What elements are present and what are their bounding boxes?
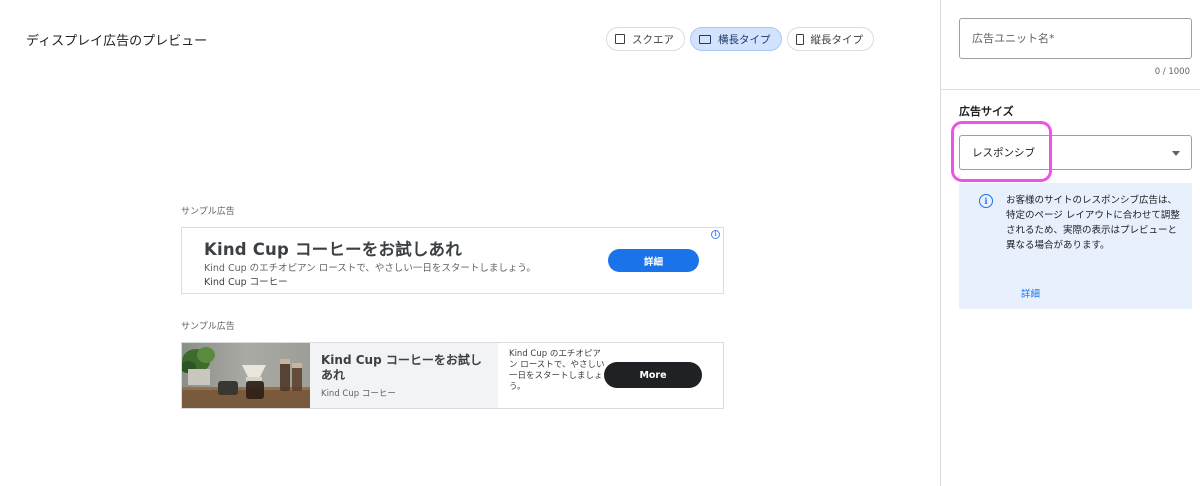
format-toggle-group: スクエア 横長タイプ 縦長タイプ xyxy=(606,27,874,51)
ad-headline: Kind Cup コーヒーをお試しあれ xyxy=(204,240,462,259)
ad-headline-panel: Kind Cup コーヒーをお試しあれ Kind Cup コーヒー xyxy=(310,343,498,408)
ad-cta-button[interactable]: 詳細 xyxy=(608,249,699,272)
sample-ad-label-2: サンプル広告 xyxy=(181,322,235,332)
ad-unit-name-field[interactable] xyxy=(959,18,1192,59)
preview-title: ディスプレイ広告のプレビュー xyxy=(26,34,208,49)
ad-product-image xyxy=(182,343,310,408)
ad-brand: Kind Cup コーヒー xyxy=(204,277,288,288)
sample-ad-label-1: サンプル広告 xyxy=(181,207,235,217)
toggle-landscape-label: 横長タイプ xyxy=(718,33,771,46)
preview-area: ディスプレイ広告のプレビュー スクエア 横長タイプ 縦長タイプ サンプル広告 K… xyxy=(0,0,940,486)
ad-headline: Kind Cup コーヒーをお試しあれ xyxy=(321,353,482,382)
learn-more-link[interactable]: 詳細 xyxy=(1021,286,1040,300)
ad-size-label: 広告サイズ xyxy=(959,105,1014,118)
ad-description: Kind Cup のエチオピアン ローストで、やさしい一日をスタートしましょう。 xyxy=(509,349,605,392)
sample-ad-image-banner: Kind Cup コーヒーをお試しあれ Kind Cup コーヒー Kind C… xyxy=(181,342,724,409)
square-icon xyxy=(615,34,625,44)
responsive-info-box: i お客様のサイトのレスポンシブ広告は、特定のページ レイアウトに合わせて調整さ… xyxy=(959,183,1192,309)
settings-panel: 0 / 1000 広告サイズ レスポンシブ i お客様のサイトのレスポンシブ広告… xyxy=(940,0,1200,486)
ad-unit-editor: ディスプレイ広告のプレビュー スクエア 横長タイプ 縦長タイプ サンプル広告 K… xyxy=(0,0,1200,486)
ad-unit-name-input[interactable] xyxy=(972,32,1179,45)
toggle-landscape[interactable]: 横長タイプ xyxy=(690,27,782,51)
caret-down-icon xyxy=(1172,151,1180,156)
info-text: お客様のサイトのレスポンシブ広告は、特定のページ レイアウトに合わせて調整される… xyxy=(1006,195,1180,251)
ad-size-select[interactable]: レスポンシブ xyxy=(959,135,1192,170)
toggle-portrait[interactable]: 縦長タイプ xyxy=(786,27,874,51)
ad-size-value: レスポンシブ xyxy=(972,147,1035,159)
name-char-counter: 0 / 1000 xyxy=(1154,67,1190,77)
toggle-square-label: スクエア xyxy=(632,33,674,46)
ad-more-button[interactable]: More xyxy=(604,362,702,388)
ad-description: Kind Cup のエチオピアン ローストで、やさしい一日をスタートしましょう。 xyxy=(204,263,536,274)
panel-divider xyxy=(941,89,1200,90)
landscape-icon xyxy=(699,34,711,44)
adchoices-info-icon[interactable]: i xyxy=(711,230,720,239)
ad-brand: Kind Cup コーヒー xyxy=(321,389,396,399)
info-icon: i xyxy=(979,194,993,208)
portrait-icon xyxy=(795,33,804,45)
sample-ad-banner: Kind Cup コーヒーをお試しあれ Kind Cup のエチオピアン ロース… xyxy=(181,227,724,294)
toggle-square[interactable]: スクエア xyxy=(606,27,685,51)
toggle-portrait-label: 縦長タイプ xyxy=(810,33,864,46)
